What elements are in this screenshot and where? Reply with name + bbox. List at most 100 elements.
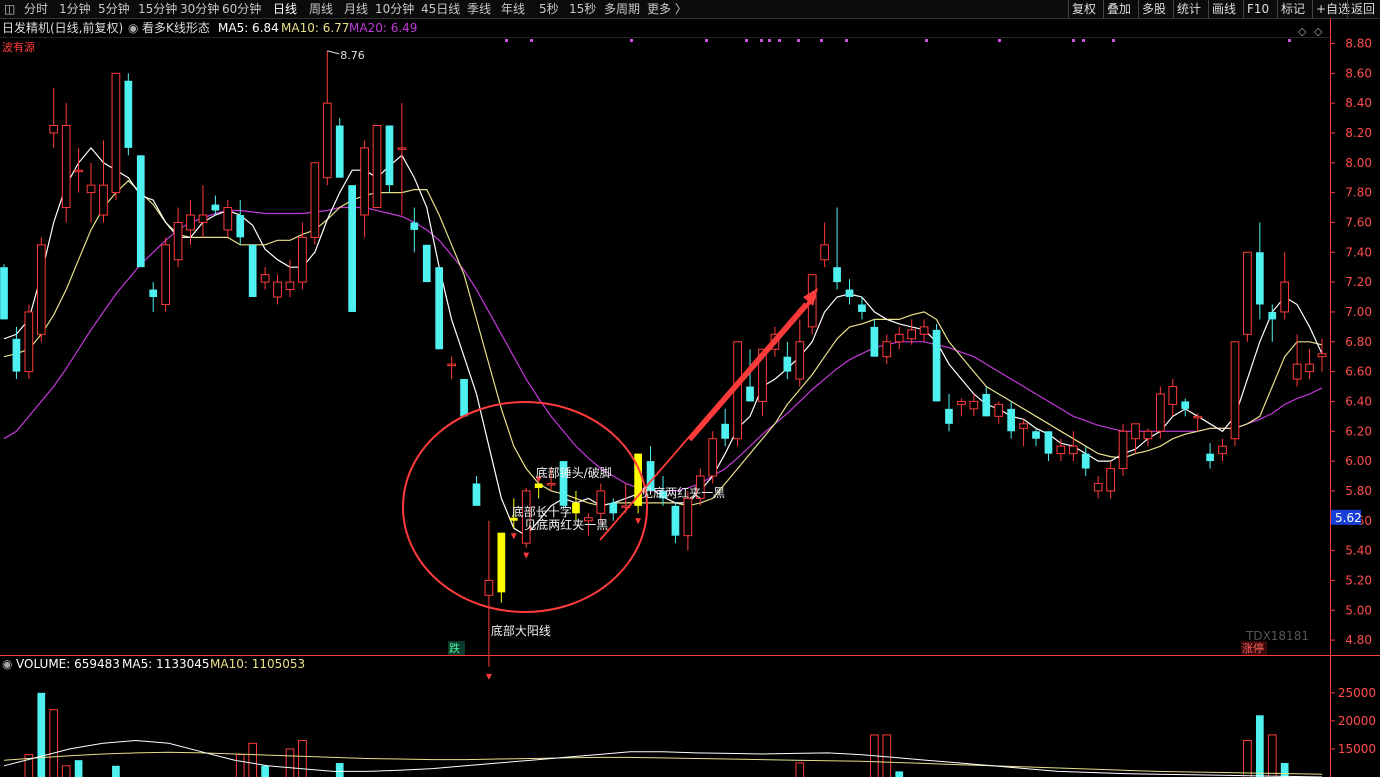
candle-body-6[interactable] xyxy=(74,169,83,173)
candle-body-96[interactable] xyxy=(1193,415,1203,419)
candle-body-40[interactable] xyxy=(497,532,506,593)
candle-body-2[interactable] xyxy=(24,311,34,373)
candle-body-64[interactable] xyxy=(795,341,805,380)
candle-body-55[interactable] xyxy=(683,497,693,537)
price-tick-label-6: 7.60 xyxy=(1345,215,1372,229)
candle-body-91[interactable] xyxy=(1131,423,1140,440)
candle-body-75[interactable] xyxy=(932,329,941,402)
candle-body-103[interactable] xyxy=(1280,281,1290,313)
candle-body-43[interactable] xyxy=(534,483,543,488)
candle-body-11[interactable] xyxy=(136,155,145,268)
candle-body-23[interactable] xyxy=(285,281,295,291)
candle-body-44[interactable] xyxy=(546,482,556,486)
candle-body-58[interactable] xyxy=(721,423,730,439)
candle-body-8[interactable] xyxy=(99,184,108,216)
candle-body-15[interactable] xyxy=(186,214,195,231)
candle-body-14[interactable] xyxy=(173,221,183,261)
candle-body-66[interactable] xyxy=(820,244,829,261)
candle-body-20[interactable] xyxy=(248,244,257,298)
candle-body-54[interactable] xyxy=(671,505,680,536)
candle-body-70[interactable] xyxy=(870,326,879,357)
signal-dot-2 xyxy=(630,39,633,42)
candle-body-21[interactable] xyxy=(260,274,270,283)
candle-body-94[interactable] xyxy=(1168,386,1178,405)
candle-body-97[interactable] xyxy=(1206,453,1214,462)
candle-body-68[interactable] xyxy=(845,289,854,298)
candle-body-104[interactable] xyxy=(1292,363,1302,380)
candle-body-93[interactable] xyxy=(1156,393,1165,432)
candle-body-26[interactable] xyxy=(322,102,332,179)
candle-body-36[interactable] xyxy=(447,363,456,367)
candle-body-3[interactable] xyxy=(36,244,46,335)
candle-body-4[interactable] xyxy=(49,124,59,134)
candle-body-39[interactable] xyxy=(484,579,494,596)
candle-body-99[interactable] xyxy=(1230,341,1240,440)
volume-ma5-line xyxy=(3,739,1323,777)
candle-body-89[interactable] xyxy=(1106,468,1115,492)
candle-body-90[interactable] xyxy=(1118,430,1128,470)
candle-body-9[interactable] xyxy=(111,72,121,194)
candle-body-32[interactable] xyxy=(397,147,407,150)
candle-body-78[interactable] xyxy=(969,400,979,410)
candle-body-30[interactable] xyxy=(372,124,382,209)
candle-body-5[interactable] xyxy=(61,124,71,209)
candle-body-84[interactable] xyxy=(1044,431,1053,454)
candle-body-63[interactable] xyxy=(783,356,792,372)
candle-body-17[interactable] xyxy=(211,204,220,211)
candle-body-60[interactable] xyxy=(746,386,754,402)
kline-chart[interactable]: 8.80 8.60 8.40 8.20 8.00 7.80 7.60 7.40 7.20 7.00… xyxy=(0,0,1380,777)
candle-body-24[interactable] xyxy=(298,236,307,283)
candle-body-13[interactable] xyxy=(161,244,170,305)
candle-body-95[interactable] xyxy=(1181,401,1190,409)
candle-body-101[interactable] xyxy=(1255,252,1264,305)
candle-body-22[interactable] xyxy=(273,281,282,298)
candle-body-16[interactable] xyxy=(198,214,208,223)
candle-body-46[interactable] xyxy=(572,502,580,514)
candle-body-71[interactable] xyxy=(882,341,892,358)
candle-body-27[interactable] xyxy=(335,125,344,178)
candle-body-29[interactable] xyxy=(360,147,369,216)
candle-body-1[interactable] xyxy=(12,338,21,372)
candle-body-80[interactable] xyxy=(994,403,1004,417)
candle-body-86[interactable] xyxy=(1068,445,1078,455)
candle-body-33[interactable] xyxy=(410,222,419,230)
candle-body-76[interactable] xyxy=(945,408,953,424)
candle-body-38[interactable] xyxy=(472,483,481,506)
candle-body-105[interactable] xyxy=(1305,363,1314,373)
candle-body-74[interactable] xyxy=(919,326,929,335)
diamond-icon[interactable]: ◇ xyxy=(1298,25,1307,38)
candle-body-82[interactable] xyxy=(1019,423,1028,429)
candle-body-7[interactable] xyxy=(86,184,96,194)
candle-body-48[interactable] xyxy=(596,490,606,514)
candle-body-31[interactable] xyxy=(385,125,394,186)
candle-body-34[interactable] xyxy=(422,244,431,283)
candle-body-19[interactable] xyxy=(236,214,245,238)
candle-body-49[interactable] xyxy=(609,502,618,514)
candle-body-69[interactable] xyxy=(858,304,866,312)
candle-body-83[interactable] xyxy=(1032,431,1040,439)
candle-body-57[interactable] xyxy=(708,438,718,477)
candle-body-73[interactable] xyxy=(907,329,917,340)
candle-body-98[interactable] xyxy=(1218,445,1227,455)
candle-body-106[interactable] xyxy=(1317,353,1327,358)
candle-body-18[interactable] xyxy=(223,207,233,231)
candle-body-100[interactable] xyxy=(1243,251,1252,335)
scroll-icon[interactable]: ◇ xyxy=(1314,25,1323,38)
candle-body-81[interactable] xyxy=(1007,408,1016,432)
candle-body-77[interactable] xyxy=(957,400,966,405)
candle-body-35[interactable] xyxy=(435,267,444,350)
candle-body-12[interactable] xyxy=(149,289,158,298)
candle-body-87[interactable] xyxy=(1081,453,1090,469)
candle-body-72[interactable] xyxy=(894,333,904,343)
candle-body-85[interactable] xyxy=(1056,445,1066,455)
candle-body-10[interactable] xyxy=(124,80,133,148)
candle-body-67[interactable] xyxy=(833,267,841,283)
candle-body-92[interactable] xyxy=(1143,430,1153,440)
candle-body-37[interactable] xyxy=(460,379,468,417)
candle-body-25[interactable] xyxy=(310,162,320,238)
candle-body-102[interactable] xyxy=(1268,311,1277,320)
candle-body-28[interactable] xyxy=(348,185,357,312)
candle-body-79[interactable] xyxy=(982,393,991,417)
candle-body-0[interactable] xyxy=(0,267,8,320)
candle-body-88[interactable] xyxy=(1093,482,1103,492)
